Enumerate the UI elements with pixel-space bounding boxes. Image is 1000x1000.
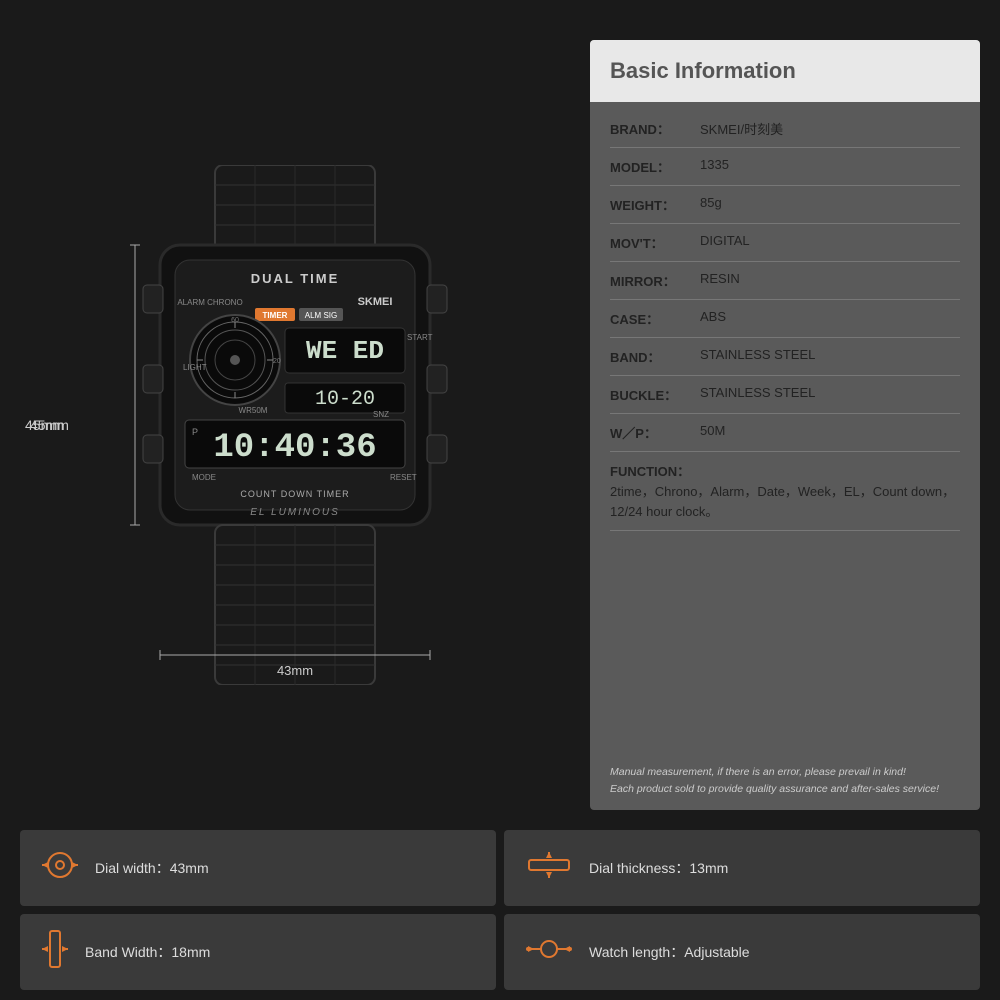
band-row: BAND： STAINLESS STEEL <box>610 338 960 376</box>
case-row: CASE： ABS <box>610 300 960 338</box>
info-title-bar: Basic Information <box>590 40 980 102</box>
model-row: MODEL： 1335 <box>610 148 960 186</box>
svg-text:ALARM CHRONO: ALARM CHRONO <box>177 298 242 307</box>
band-label: BAND： <box>610 347 700 366</box>
movement-value: DIGITAL <box>700 233 960 248</box>
weight-label: WEIGHT： <box>610 195 700 214</box>
mirror-value: RESIN <box>700 271 960 286</box>
info-title-text: Basic Information <box>610 58 796 83</box>
dial-width-icon <box>40 850 80 887</box>
svg-text:WR50M: WR50M <box>239 406 268 415</box>
svg-text:SNZ: SNZ <box>373 410 389 419</box>
weight-row: WEIGHT： 85g <box>610 186 960 224</box>
svg-text:ALM SIG: ALM SIG <box>305 311 337 320</box>
wp-label: W／P： <box>610 423 700 442</box>
movement-row: MOV'T： DIGITAL <box>610 224 960 262</box>
buckle-label: BUCKLE： <box>610 385 700 404</box>
svg-text:60: 60 <box>231 317 239 324</box>
top-section: 45mm <box>0 0 1000 830</box>
band-width-icon <box>40 929 70 976</box>
mirror-label: MIRROR： <box>610 271 700 290</box>
svg-text:10-20: 10-20 <box>315 388 375 411</box>
band-width-box: Band Width：18mm <box>20 914 496 990</box>
wp-value: 50M <box>700 423 960 438</box>
function-row: FUNCTION： 2time，Chrono，Alarm，Date，Week，E… <box>610 452 960 531</box>
dial-width-box: Dial width：43mm <box>20 830 496 906</box>
svg-text:43mm: 43mm <box>277 663 313 678</box>
watch-length-icon <box>524 934 574 971</box>
function-label: FUNCTION： <box>610 461 960 480</box>
function-value: 2time，Chrono，Alarm，Date，Week，EL，Count do… <box>610 482 960 521</box>
band-value: STAINLESS STEEL <box>700 347 960 362</box>
svg-text:SKMEI: SKMEI <box>358 296 393 308</box>
mirror-row: MIRROR： RESIN <box>610 262 960 300</box>
case-value: ABS <box>700 309 960 324</box>
svg-text:EL LUMINOUS: EL LUMINOUS <box>250 507 340 518</box>
case-label: CASE： <box>610 309 700 328</box>
model-label: MODEL： <box>610 157 700 176</box>
watch-illustration: DUAL TIME ALARM CHRONO SKMEI TIMER ALM S… <box>105 165 485 685</box>
svg-text:P: P <box>192 427 198 437</box>
dial-thickness-text: Dial thickness：13mm <box>589 858 728 878</box>
dial-thickness-icon <box>524 850 574 887</box>
svg-text:DUAL TIME: DUAL TIME <box>251 271 340 286</box>
wp-row: W／P： 50M <box>610 414 960 452</box>
watch-length-box: Watch length：Adjustable <box>504 914 980 990</box>
buckle-value: STAINLESS STEEL <box>700 385 960 400</box>
model-value: 1335 <box>700 157 960 172</box>
main-container: 45mm <box>0 0 1000 1000</box>
svg-text:TIMER: TIMER <box>263 311 288 320</box>
dim-45mm-label: 45mm <box>25 417 64 433</box>
info-rows: BRAND： SKMEI/时刻美 MODEL： 1335 WEIGHT： 85g… <box>590 102 980 756</box>
dial-thickness-box: Dial thickness：13mm <box>504 830 980 906</box>
disclaimer: Manual measurement, if there is an error… <box>590 756 980 810</box>
svg-text:RESET: RESET <box>390 473 417 482</box>
svg-text:START: START <box>407 333 433 342</box>
info-panel: Basic Information BRAND： SKMEI/时刻美 MODEL… <box>590 40 980 810</box>
svg-text:COUNT DOWN TIMER: COUNT DOWN TIMER <box>240 489 349 499</box>
svg-text:LIGHT: LIGHT <box>183 363 207 372</box>
disclaimer-line2: Each product sold to provide quality ass… <box>610 781 960 798</box>
svg-text:20: 20 <box>273 358 281 365</box>
svg-text:10:40:36: 10:40:36 <box>213 429 376 467</box>
disclaimer-line1: Manual measurement, if there is an error… <box>610 764 960 781</box>
bottom-section: Dial width：43mm Dial thickness：13mm <box>0 830 1000 1000</box>
band-width-text: Band Width：18mm <box>85 942 210 962</box>
brand-label: BRAND： <box>610 119 700 138</box>
buckle-row: BUCKLE： STAINLESS STEEL <box>610 376 960 414</box>
watch-length-text: Watch length：Adjustable <box>589 942 750 962</box>
brand-row: BRAND： SKMEI/时刻美 <box>610 110 960 148</box>
watch-area: 45mm <box>20 30 570 820</box>
brand-value: SKMEI/时刻美 <box>700 119 960 138</box>
weight-value: 85g <box>700 195 960 210</box>
movement-label: MOV'T： <box>610 233 700 252</box>
svg-text:WE ED: WE ED <box>306 336 384 366</box>
svg-text:MODE: MODE <box>192 473 216 482</box>
dial-width-text: Dial width：43mm <box>95 858 209 878</box>
